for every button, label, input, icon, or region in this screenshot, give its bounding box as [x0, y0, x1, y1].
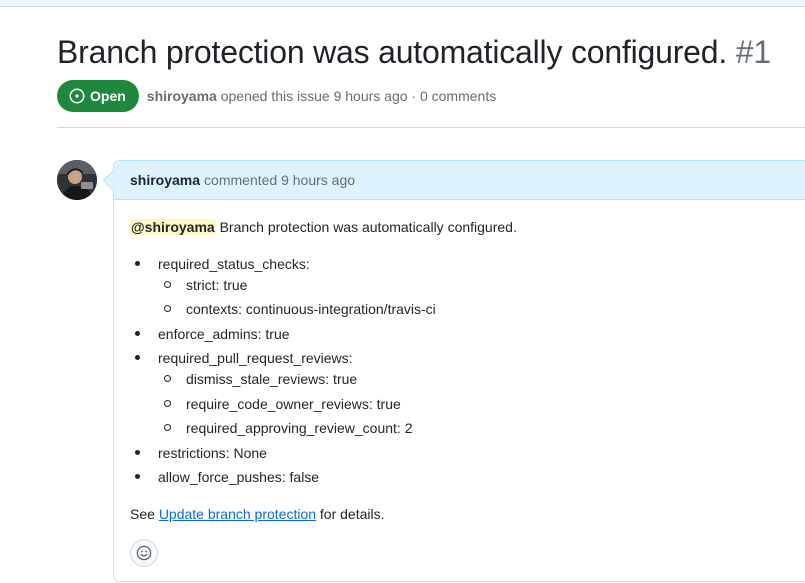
list-item: require_code_owner_reviews: true [164, 396, 401, 412]
list-item: required_pull_request_reviews: [135, 350, 353, 366]
list-item: strict: true [163, 277, 248, 293]
list-item: enforce_admins: true [135, 326, 290, 342]
comment-intro: @shiroyama Branch protection was automat… [130, 217, 517, 237]
top-strip [0, 0, 805, 7]
add-reaction-button[interactable] [130, 539, 158, 567]
user-mention[interactable]: @shiroyama [130, 219, 216, 235]
list-item: restrictions: None [135, 445, 267, 461]
status-label: Open [90, 88, 126, 104]
comment-box: shiroyama commented 9 hours ago @shiroya… [113, 160, 805, 582]
issue-meta: Open shiroyama opened this issue 9 hours… [57, 80, 496, 112]
list-item: dismiss_stale_reviews: true [163, 371, 358, 387]
issue-meta-text: shiroyama opened this issue 9 hours ago … [147, 88, 496, 104]
list-item: contexts: continuous-integration/travis-… [164, 301, 436, 317]
list-item: allow_force_pushes: false [134, 469, 320, 485]
header-divider [57, 127, 805, 128]
smiley-icon [136, 545, 152, 561]
comment-intro-text: Branch protection was automatically conf… [215, 219, 517, 235]
comment-footer: See Update branch protection for details… [130, 504, 385, 524]
issue-opened-icon [69, 88, 85, 104]
avatar-photo [57, 160, 97, 200]
comment-author-link[interactable]: shiroyama [130, 172, 200, 188]
list-item: required_approving_review_count: 2 [163, 420, 413, 436]
issue-number: #1 [735, 34, 771, 70]
user-avatar[interactable] [57, 160, 97, 200]
update-branch-protection-link[interactable]: Update branch protection [159, 506, 316, 522]
issue-opened-text: opened this issue 9 hours ago · 0 commen… [220, 88, 497, 104]
issue-title: Branch protection was automatically conf… [57, 30, 771, 74]
issue-author-link[interactable]: shiroyama [147, 88, 217, 104]
footer-suffix: for details. [316, 506, 385, 522]
footer-prefix: See [130, 506, 159, 522]
status-badge: Open [57, 80, 139, 112]
list-item: required_status_checks: [135, 256, 310, 272]
comment-header: shiroyama commented 9 hours ago [114, 161, 805, 200]
comment-meta: commented 9 hours ago [204, 172, 356, 188]
issue-title-text: Branch protection was automatically conf… [57, 34, 728, 70]
